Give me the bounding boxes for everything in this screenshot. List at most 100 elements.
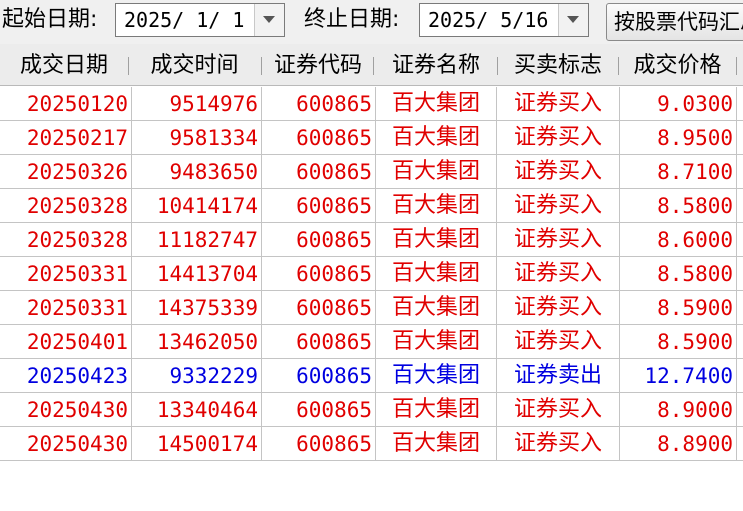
cell-time: 14413704: [132, 257, 262, 290]
cell-code: 600865: [262, 155, 376, 188]
cell-side: 证券买入: [497, 155, 620, 188]
column-header-name[interactable]: 证券名称: [376, 44, 496, 86]
column-header-date[interactable]: 成交日期: [0, 44, 128, 86]
cell-name: 百大集团: [376, 325, 497, 358]
start-date-label: 起始日期:: [2, 7, 98, 32]
cell-time: 11182747: [132, 223, 262, 256]
cell-name: 百大集团: [376, 155, 497, 188]
start-date-value[interactable]: 2025/ 1/ 1: [124, 6, 244, 34]
cell-time: 14375339: [132, 291, 262, 324]
cell-date: 20250430: [0, 427, 132, 460]
table-row[interactable]: 20250430 14500174 600865 百大集团 证券买入 8.8900: [0, 427, 743, 461]
cell-date: 20250326: [0, 155, 132, 188]
cell-price: 8.5900: [620, 291, 737, 324]
column-divider[interactable]: [128, 57, 129, 75]
table-row[interactable]: 20250328 10414174 600865 百大集团 证券买入 8.5800: [0, 189, 743, 223]
cell-name: 百大集团: [376, 427, 497, 460]
filter-toolbar: 起始日期: 2025/ 1/ 1 终止日期: 2025/ 5/16 按股票代码汇…: [0, 0, 743, 44]
end-date-dropdown-button[interactable]: [558, 4, 588, 36]
column-divider[interactable]: [373, 57, 374, 75]
trade-table: 成交日期 成交时间 证券代码 证券名称 买卖标志 成交价格 20250120 95…: [0, 44, 743, 511]
cell-side: 证券买入: [497, 121, 620, 154]
table-row[interactable]: 20250401 13462050 600865 百大集团 证券买入 8.5900: [0, 325, 743, 359]
cell-time: 9332229: [132, 359, 262, 392]
cell-name: 百大集团: [376, 393, 497, 426]
table-row[interactable]: 20250331 14413704 600865 百大集团 证券买入 8.5800: [0, 257, 743, 291]
cell-side: 证券买入: [497, 325, 620, 358]
summarize-by-code-button[interactable]: 按股票代码汇总: [606, 3, 743, 41]
cell-name: 百大集团: [376, 223, 497, 256]
cell-time: 10414174: [132, 189, 262, 222]
table-row[interactable]: 20250430 13340464 600865 百大集团 证券买入 8.9000: [0, 393, 743, 427]
cell-code: 600865: [262, 427, 376, 460]
cell-date: 20250331: [0, 257, 132, 290]
cell-date: 20250331: [0, 291, 132, 324]
column-divider[interactable]: [618, 57, 619, 75]
cell-time: 14500174: [132, 427, 262, 460]
cell-side: 证券买入: [497, 393, 620, 426]
chevron-down-icon: [263, 16, 275, 23]
cell-code: 600865: [262, 393, 376, 426]
start-date-dropdown-button[interactable]: [254, 4, 284, 36]
cell-name: 百大集团: [376, 257, 497, 290]
cell-date: 20250328: [0, 223, 132, 256]
table-row[interactable]: 20250423 9332229 600865 百大集团 证券卖出 12.7400: [0, 359, 743, 393]
column-header-price[interactable]: 成交价格: [620, 44, 735, 86]
cell-side: 证券买入: [497, 87, 620, 120]
cell-price: 8.9000: [620, 393, 737, 426]
end-date-label: 终止日期:: [304, 7, 400, 32]
cell-price: 12.7400: [620, 359, 737, 392]
end-date-picker[interactable]: 2025/ 5/16: [419, 3, 589, 37]
cell-name: 百大集团: [376, 121, 497, 154]
cell-date: 20250423: [0, 359, 132, 392]
column-header-side[interactable]: 买卖标志: [499, 44, 617, 86]
column-divider[interactable]: [261, 57, 262, 75]
cell-date: 20250217: [0, 121, 132, 154]
column-divider[interactable]: [497, 57, 498, 75]
table-row[interactable]: 20250120 9514976 600865 百大集团 证券买入 9.0300: [0, 87, 743, 121]
table-header: 成交日期 成交时间 证券代码 证券名称 买卖标志 成交价格: [0, 44, 743, 86]
cell-code: 600865: [262, 87, 376, 120]
cell-price: 8.7100: [620, 155, 737, 188]
chevron-down-icon: [567, 16, 579, 23]
column-header-time[interactable]: 成交时间: [132, 44, 257, 86]
cell-side: 证券买入: [497, 189, 620, 222]
column-divider[interactable]: [736, 57, 737, 75]
cell-code: 600865: [262, 223, 376, 256]
cell-price: 8.5800: [620, 257, 737, 290]
cell-time: 9483650: [132, 155, 262, 188]
start-date-picker[interactable]: 2025/ 1/ 1: [115, 3, 285, 37]
cell-side: 证券买入: [497, 223, 620, 256]
cell-name: 百大集团: [376, 359, 497, 392]
cell-date: 20250401: [0, 325, 132, 358]
cell-time: 9514976: [132, 87, 262, 120]
cell-price: 8.5800: [620, 189, 737, 222]
cell-time: 9581334: [132, 121, 262, 154]
cell-date: 20250328: [0, 189, 132, 222]
cell-side: 证券买入: [497, 257, 620, 290]
cell-code: 600865: [262, 291, 376, 324]
cell-date: 20250120: [0, 87, 132, 120]
cell-side: 证券买入: [497, 427, 620, 460]
table-row[interactable]: 20250328 11182747 600865 百大集团 证券买入 8.6000: [0, 223, 743, 257]
cell-code: 600865: [262, 121, 376, 154]
cell-side: 证券卖出: [497, 359, 620, 392]
table-row[interactable]: 20250331 14375339 600865 百大集团 证券买入 8.5900: [0, 291, 743, 325]
cell-time: 13462050: [132, 325, 262, 358]
column-header-code[interactable]: 证券代码: [263, 44, 373, 86]
cell-price: 8.5900: [620, 325, 737, 358]
cell-price: 8.9500: [620, 121, 737, 154]
cell-code: 600865: [262, 189, 376, 222]
table-row[interactable]: 20250326 9483650 600865 百大集团 证券买入 8.7100: [0, 155, 743, 189]
cell-name: 百大集团: [376, 291, 497, 324]
table-row[interactable]: 20250217 9581334 600865 百大集团 证券买入 8.9500: [0, 121, 743, 155]
end-date-value[interactable]: 2025/ 5/16: [428, 6, 548, 34]
cell-code: 600865: [262, 325, 376, 358]
cell-name: 百大集团: [376, 87, 497, 120]
cell-code: 600865: [262, 257, 376, 290]
cell-name: 百大集团: [376, 189, 497, 222]
cell-price: 9.0300: [620, 87, 737, 120]
cell-time: 13340464: [132, 393, 262, 426]
cell-date: 20250430: [0, 393, 132, 426]
cell-side: 证券买入: [497, 291, 620, 324]
